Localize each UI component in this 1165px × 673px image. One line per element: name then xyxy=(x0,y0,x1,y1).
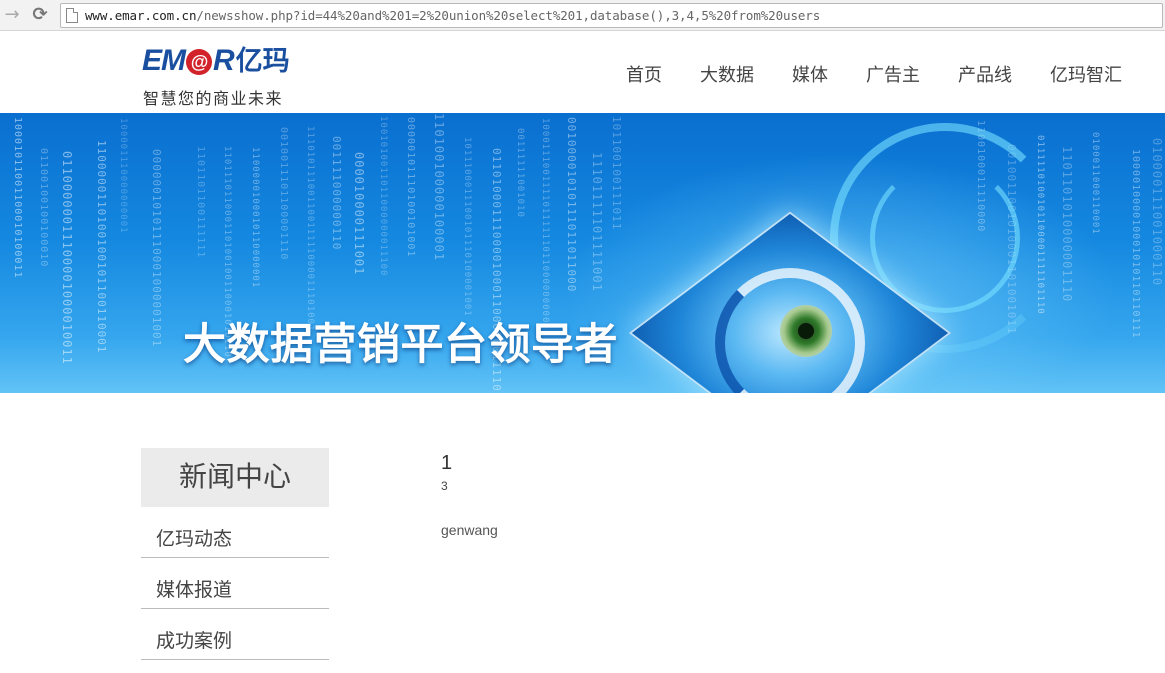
logo-at-icon: @ xyxy=(186,49,212,75)
url-host: www.emar.com.cn xyxy=(85,8,197,23)
sidebar-title: 新闻中心 xyxy=(141,448,329,507)
binary-stream: 11101011100110011111000011101001 xyxy=(305,126,315,332)
binary-stream: 0100011000110001 xyxy=(1090,132,1100,235)
binary-stream: 1101101010000001110 xyxy=(1060,146,1074,303)
address-bar[interactable]: www.emar.com.cn/newsshow.php?id=44%20and… xyxy=(60,3,1163,28)
binary-stream: 11101111101111001 xyxy=(590,152,604,292)
reload-icon[interactable]: ⟳ xyxy=(29,4,51,26)
binary-stream: 01100100100100010 xyxy=(38,148,49,268)
logo-tagline: 智慧您的商业未来 xyxy=(143,89,284,108)
nav-item-media[interactable]: 媒体 xyxy=(792,61,828,87)
binary-stream: 1101101100111111 xyxy=(195,146,206,259)
main-nav: 首页 大数据 媒体 广告主 产品线 亿玛智汇 xyxy=(588,61,1122,87)
nav-item-advertiser[interactable]: 广告主 xyxy=(866,61,920,87)
binary-stream: 1001010011011000000011100 xyxy=(378,116,388,277)
article-body: genwang xyxy=(441,522,498,538)
article-meta: 3 xyxy=(441,479,448,493)
sidebar-item-media-reports[interactable]: 媒体报道 xyxy=(141,558,329,609)
emar-logo[interactable]: EM @ R亿玛 智慧您的商业未来 xyxy=(142,43,312,108)
binary-stream: 110100100000100001 xyxy=(432,113,446,262)
site-header: EM @ R亿玛 智慧您的商业未来 首页 大数据 媒体 广告主 产品线 亿玛智汇 xyxy=(0,31,1165,113)
back-arrow-icon[interactable]: → xyxy=(1,4,23,26)
nav-item-home[interactable]: 首页 xyxy=(626,61,662,87)
binary-stream: 1100000110100100101100110001 xyxy=(95,140,108,354)
logo-mark-r: R xyxy=(213,44,235,77)
binary-stream: 00000101110100101001 xyxy=(405,117,416,258)
binary-stream: 1100000100010110000001 xyxy=(250,147,260,289)
logo-mark: EM @ R亿玛 xyxy=(142,43,290,79)
article-content: 1 3 genwang xyxy=(441,450,498,538)
binary-stream: 00111111001010 xyxy=(515,128,525,218)
binary-stream: 101100100111011 xyxy=(610,116,623,231)
binary-stream: 010000111001000110 xyxy=(1150,138,1164,287)
url-path: /newsshow.php?id=44%20and%201=2%20union%… xyxy=(196,8,821,23)
banner-slogan: 大数据营销平台领导者 xyxy=(183,320,618,370)
binary-stream: 000010000111001 xyxy=(352,152,366,276)
binary-stream: 00000010101110001000001001 xyxy=(150,149,163,348)
binary-stream: 10001011001100010100011 xyxy=(12,117,23,279)
binary-stream: 001111000000110 xyxy=(330,136,343,251)
sidebar-item-emar-news[interactable]: 亿玛动态 xyxy=(141,507,329,558)
binary-stream: 10001110011110111111011000000000 xyxy=(540,118,550,324)
binary-stream: 100001000010001010110110111 xyxy=(1130,149,1141,339)
news-sidebar: 新闻中心 亿玛动态 媒体报道 成功案例 xyxy=(141,448,329,660)
url-text[interactable]: www.emar.com.cn/newsshow.php?id=44%20and… xyxy=(85,8,820,23)
binary-stream: 01100000011100001000010011 xyxy=(60,151,74,365)
eye-pupil-graphic xyxy=(798,323,814,339)
logo-mark-em: EM xyxy=(142,44,186,77)
binary-stream: 0010011101100001110 xyxy=(278,127,289,261)
binary-stream: 1011100011100101110100001001 xyxy=(462,137,472,317)
nav-item-products[interactable]: 产品线 xyxy=(958,61,1012,87)
hero-banner: 10001011001100010100011 01100100100100010… xyxy=(0,113,1165,393)
binary-stream: 100001110000000001 xyxy=(118,118,128,234)
logo-mark-cn: 亿玛 xyxy=(235,46,290,76)
nav-item-emar-insight[interactable]: 亿玛智汇 xyxy=(1050,61,1122,87)
binary-stream: 00100001010111011011000 xyxy=(565,117,578,293)
page-icon xyxy=(66,8,78,23)
article-title: 1 xyxy=(441,452,453,474)
nav-item-big-data[interactable]: 大数据 xyxy=(700,61,754,87)
sidebar-item-success-cases[interactable]: 成功案例 xyxy=(141,609,329,660)
browser-toolbar: → ⟳ www.emar.com.cn/newsshow.php?id=44%2… xyxy=(0,0,1165,31)
